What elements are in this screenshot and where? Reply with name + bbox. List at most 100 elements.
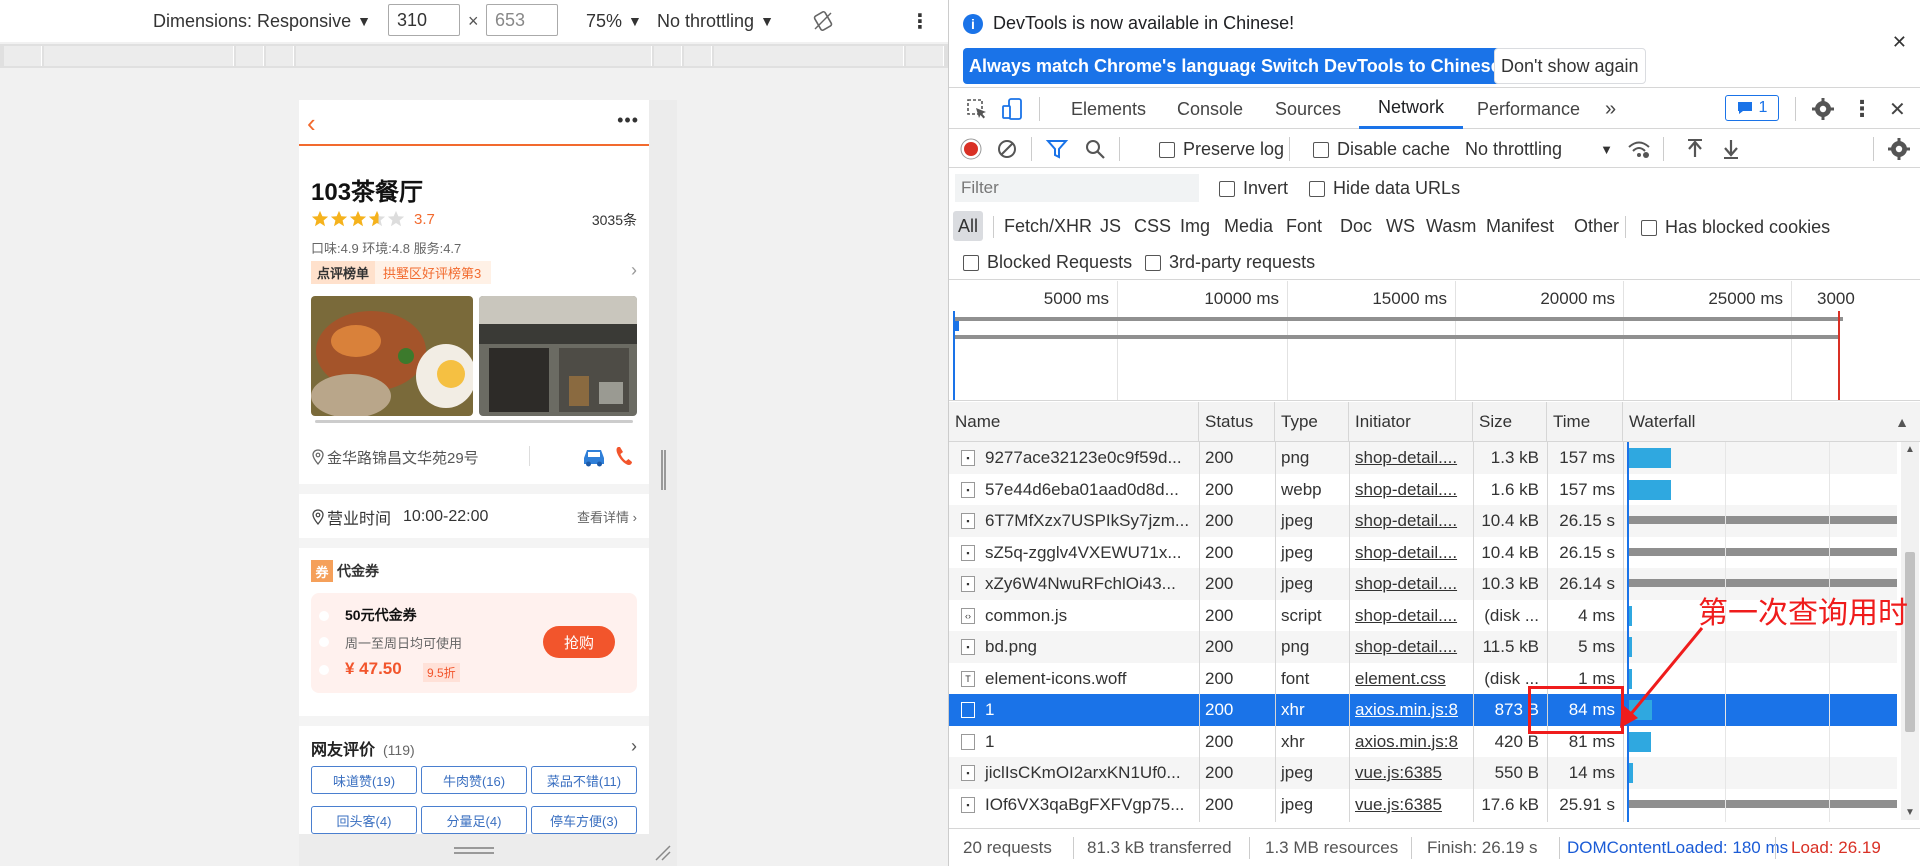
close-devtools-icon[interactable]: ✕: [1889, 89, 1906, 129]
more-icon[interactable]: •••: [617, 110, 639, 131]
tab-performance[interactable]: Performance: [1477, 89, 1580, 129]
throttling-dropdown[interactable]: No throttling ▼: [657, 0, 774, 42]
cell-initiator[interactable]: shop-detail....: [1349, 537, 1473, 569]
import-har-icon[interactable]: [1683, 137, 1707, 161]
type-filter-other[interactable]: Other: [1569, 211, 1624, 241]
network-throttling-dropdown[interactable]: No throttling ▼: [1465, 139, 1613, 160]
cell-initiator[interactable]: vue.js:6385: [1349, 757, 1473, 789]
cell-initiator[interactable]: shop-detail....: [1349, 600, 1473, 632]
dimensions-dropdown[interactable]: Dimensions: Responsive ▼: [153, 0, 371, 42]
table-row[interactable]: 1 200 xhr axios.min.js:8 420 B 81 ms: [949, 726, 1897, 758]
type-filter-media[interactable]: Media: [1219, 211, 1278, 241]
review-tag[interactable]: 停车方便(3): [531, 806, 637, 834]
resize-corner-icon[interactable]: [652, 842, 672, 862]
column-name[interactable]: Name: [949, 402, 1199, 442]
review-tag[interactable]: 回头客(4): [311, 806, 417, 834]
dont-show-button[interactable]: Don't show again: [1494, 48, 1646, 84]
cell-initiator[interactable]: shop-detail....: [1349, 505, 1473, 537]
address-row[interactable]: 金华路锦昌文华苑29号: [311, 440, 637, 474]
blocked-requests-checkbox[interactable]: Blocked Requests: [963, 252, 1132, 273]
more-options-icon[interactable]: ⋮: [1851, 89, 1873, 129]
network-settings-gear-icon[interactable]: [1887, 137, 1911, 161]
cell-initiator[interactable]: axios.min.js:8: [1349, 726, 1473, 758]
filter-funnel-icon[interactable]: [1045, 137, 1069, 161]
review-tag[interactable]: 分量足(4): [421, 806, 527, 834]
table-row[interactable]: ▪ sZ5q-zgglv4VXEWU71x... 200 jpeg shop-detai…: [949, 537, 1897, 569]
match-language-button[interactable]: Always match Chrome's language: [963, 48, 1267, 84]
hours-details-link[interactable]: 查看详情 ›: [577, 507, 637, 526]
column-status[interactable]: Status: [1199, 402, 1275, 442]
height-input[interactable]: 653: [486, 4, 558, 36]
hide-data-urls-checkbox[interactable]: Hide data URLs: [1309, 178, 1460, 199]
clear-icon[interactable]: [995, 137, 1019, 161]
coupon-card[interactable]: 50元代金券 周一至周日均可使用 ¥ 47.50 9.5折 抢购: [311, 593, 637, 693]
blocked-cookies-checkbox[interactable]: Has blocked cookies: [1641, 217, 1830, 238]
phone-icon[interactable]: [613, 444, 635, 468]
column-initiator[interactable]: Initiator: [1349, 402, 1473, 442]
network-overview[interactable]: 5000 ms 10000 ms 15000 ms 20000 ms 25000…: [949, 281, 1920, 401]
device-toggle-icon[interactable]: [1001, 97, 1025, 121]
cell-initiator[interactable]: shop-detail....: [1349, 442, 1473, 474]
table-row[interactable]: ▪ bd.png 200 png shop-detail.... 11.5 kB 5 ms: [949, 631, 1897, 663]
tab-sources[interactable]: Sources: [1275, 89, 1341, 129]
chevron-right-icon[interactable]: ›: [631, 736, 637, 757]
type-filter-doc[interactable]: Doc: [1335, 211, 1377, 241]
column-time[interactable]: Time: [1547, 402, 1623, 442]
network-conditions-icon[interactable]: [1627, 137, 1651, 161]
switch-chinese-button[interactable]: Switch DevTools to Chinese: [1255, 48, 1507, 84]
invert-checkbox[interactable]: Invert: [1219, 178, 1288, 199]
third-party-checkbox[interactable]: 3rd-party requests: [1145, 252, 1315, 273]
column-waterfall[interactable]: Waterfall ▲: [1623, 402, 1920, 442]
tab-elements[interactable]: Elements: [1071, 89, 1146, 129]
table-row[interactable]: 1 200 xhr axios.min.js:8 873 B 84 ms: [949, 694, 1897, 726]
issues-badge[interactable]: 1: [1725, 95, 1779, 121]
food-photo[interactable]: [311, 296, 473, 416]
zoom-dropdown[interactable]: 75% ▼: [586, 0, 642, 42]
storefront-photo[interactable]: [479, 296, 637, 416]
hours-row[interactable]: 营业时间 10:00-22:00 查看详情 ›: [311, 495, 637, 539]
record-icon[interactable]: [959, 137, 983, 161]
filter-input[interactable]: Filter: [955, 174, 1199, 202]
back-icon[interactable]: ‹: [307, 110, 327, 136]
disable-cache-checkbox[interactable]: Disable cache: [1313, 139, 1450, 160]
type-filter-ws[interactable]: WS: [1381, 211, 1420, 241]
type-filter-css[interactable]: CSS: [1129, 211, 1176, 241]
inspect-element-icon[interactable]: [965, 97, 989, 121]
more-options-icon[interactable]: ⋮: [910, 0, 930, 42]
cell-initiator[interactable]: shop-detail....: [1349, 568, 1473, 600]
cell-initiator[interactable]: shop-detail....: [1349, 474, 1473, 506]
close-icon[interactable]: ✕: [1892, 32, 1907, 53]
review-tag[interactable]: 牛肉赞(16): [421, 766, 527, 794]
table-row[interactable]: ▪ 9277ace32123e0c9f59d... 200 png shop-detai…: [949, 442, 1897, 474]
settings-gear-icon[interactable]: [1811, 97, 1835, 121]
more-tabs-icon[interactable]: »: [1605, 89, 1616, 129]
table-row[interactable]: ▪ jiclIsCKmOI2arxKN1Uf0... 200 jpeg vue.js:6…: [949, 757, 1897, 789]
cell-initiator[interactable]: vue.js:6385: [1349, 789, 1473, 821]
tab-network[interactable]: Network: [1359, 89, 1463, 129]
review-tag[interactable]: 菜品不错(11): [531, 766, 637, 794]
table-row[interactable]: ▪ IOf6VX3qaBgFXFVgp75... 200 jpeg vue.js:638…: [949, 789, 1897, 821]
type-filter-img[interactable]: Img: [1175, 211, 1215, 241]
photo-scrollbar[interactable]: [315, 420, 633, 423]
cell-initiator[interactable]: axios.min.js:8: [1349, 694, 1473, 726]
export-har-icon[interactable]: [1719, 137, 1743, 161]
cell-initiator[interactable]: element.css: [1349, 663, 1473, 695]
type-filter-manifest[interactable]: Manifest: [1481, 211, 1559, 241]
rank-row[interactable]: 点评榜单 拱墅区好评榜第3 ›: [311, 260, 637, 284]
review-tag[interactable]: 味道赞(19): [311, 766, 417, 794]
table-row[interactable]: ▪ 6T7MfXzx7USPIkSy7jzm... 200 jpeg shop-deta…: [949, 505, 1897, 537]
buy-button[interactable]: 抢购: [543, 626, 615, 658]
search-icon[interactable]: [1083, 137, 1107, 161]
rotate-icon[interactable]: [812, 10, 834, 32]
type-filter-all[interactable]: All: [953, 211, 984, 241]
type-filter-font[interactable]: Font: [1281, 211, 1327, 241]
column-size[interactable]: Size: [1473, 402, 1547, 442]
tab-console[interactable]: Console: [1177, 89, 1243, 129]
width-input[interactable]: 310: [388, 4, 460, 36]
type-filter-js[interactable]: JS: [1095, 211, 1126, 241]
cell-initiator[interactable]: shop-detail....: [1349, 631, 1473, 663]
preserve-log-checkbox[interactable]: Preserve log: [1159, 139, 1284, 160]
table-row[interactable]: Telement-icons.woff 200 font element.css (di…: [949, 663, 1897, 695]
car-icon[interactable]: [581, 444, 607, 468]
table-row[interactable]: ▪ 57e44d6eba01aad0d8d... 200 webp shop-detai…: [949, 474, 1897, 506]
